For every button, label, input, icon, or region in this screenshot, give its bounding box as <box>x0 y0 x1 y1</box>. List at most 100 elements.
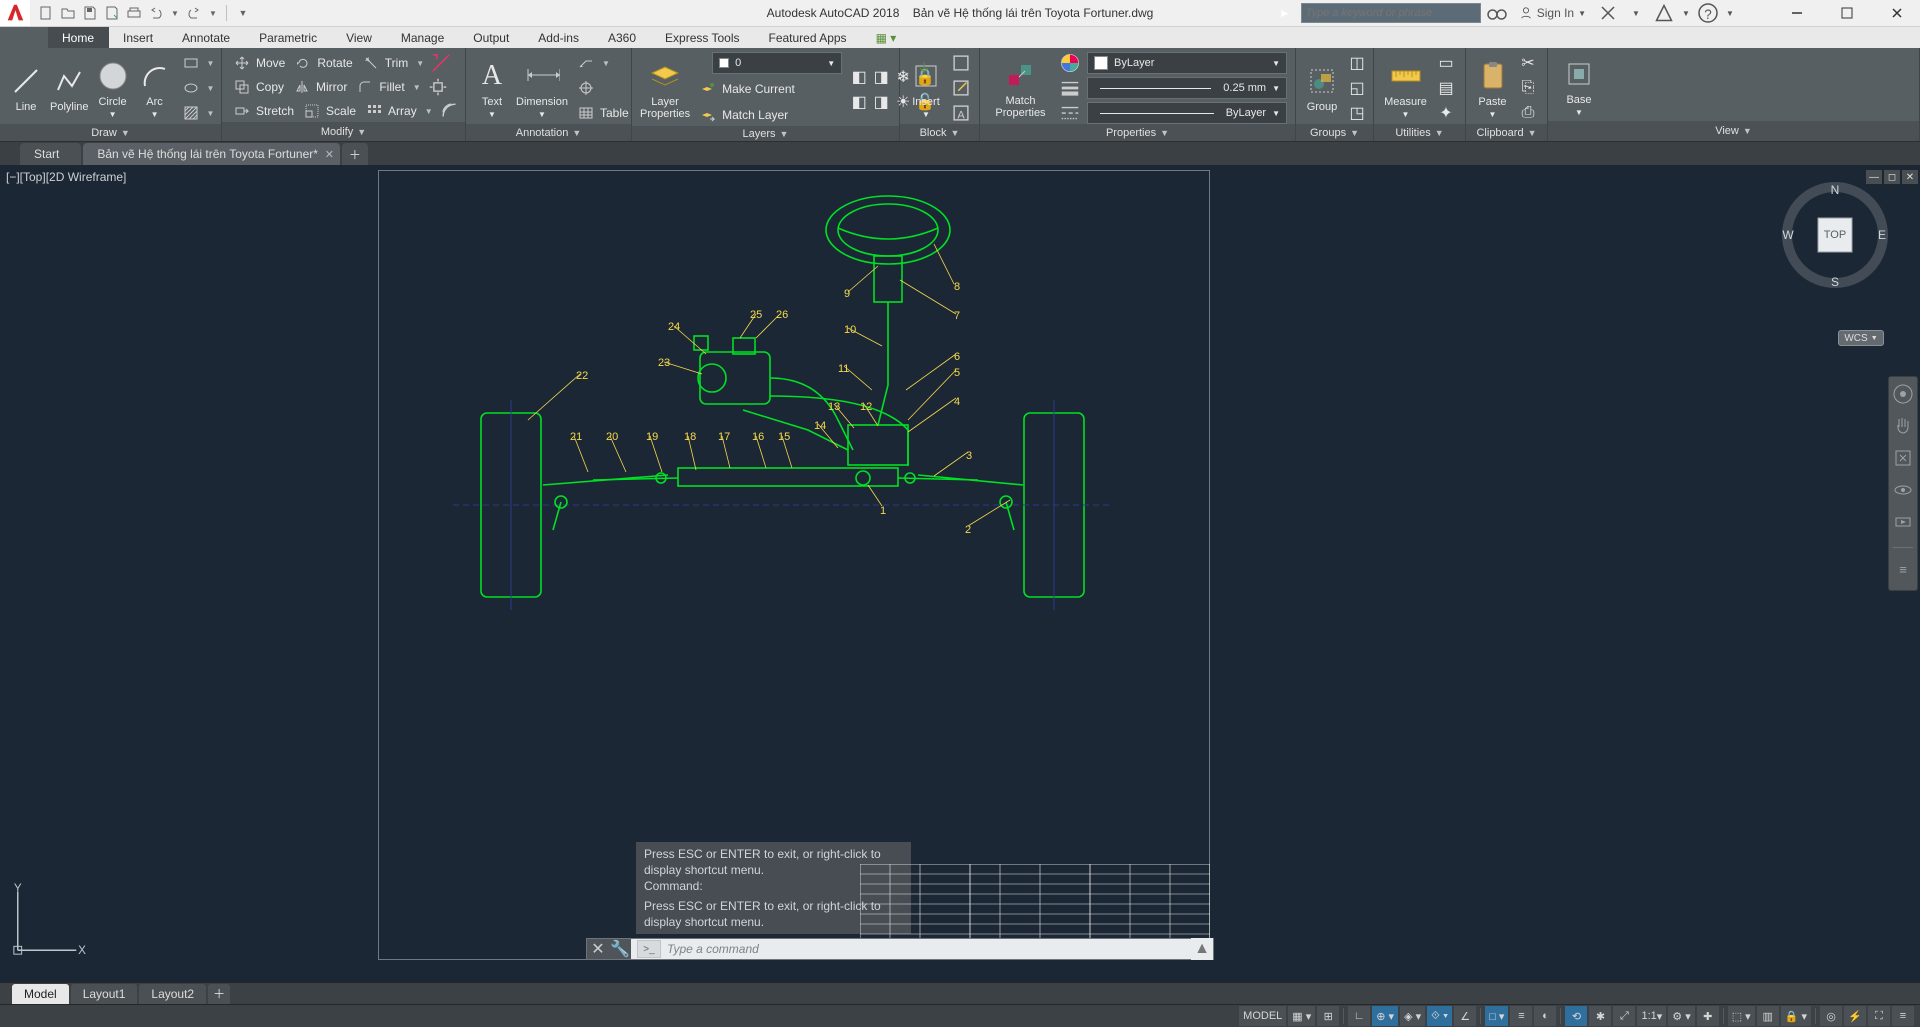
exchange-icon[interactable] <box>1596 1 1620 25</box>
binoculars-icon[interactable] <box>1485 1 1509 25</box>
text-button[interactable]: AText▼ <box>474 58 510 119</box>
zoom-extents-icon[interactable] <box>1892 447 1914 469</box>
tab-output[interactable]: Output <box>459 27 524 48</box>
viewport-close-button[interactable]: ✕ <box>1902 170 1918 184</box>
arc-button[interactable]: Arc▼ <box>137 58 173 119</box>
centermark-button[interactable] <box>574 77 633 99</box>
chevron-down-icon[interactable]: ▼ <box>235 5 251 21</box>
customization-button[interactable]: ≡ <box>1892 1006 1914 1026</box>
chevron-down-icon[interactable]: ▼ <box>1724 1 1736 25</box>
layer-iso-button[interactable]: ◧ <box>848 66 870 88</box>
layout-tab-model[interactable]: Model <box>12 984 69 1004</box>
tab-insert[interactable]: Insert <box>109 27 168 48</box>
chevron-down-icon[interactable]: ▼ <box>170 5 180 21</box>
rotate-button[interactable]: Rotate <box>291 52 356 74</box>
match-properties-button[interactable]: Match Properties <box>988 57 1053 119</box>
showmotion-icon[interactable] <box>1892 511 1914 533</box>
drawing-area[interactable]: [−][Top][2D Wireframe] — ◻ ✕ <box>0 166 1920 982</box>
command-close-button[interactable]: ✕ <box>587 938 609 960</box>
linetype-dropdown[interactable]: ByLayer▼ <box>1087 102 1287 124</box>
insert-button[interactable]: Insert▼ <box>908 58 944 119</box>
file-tab-document[interactable]: Bản vẽ Hệ thống lái trên Toyota Fortuner… <box>83 143 340 165</box>
hatch-button[interactable]: ▼ <box>179 102 219 124</box>
cart-icon[interactable]: ▼ <box>1624 1 1648 25</box>
units-button[interactable]: ⬚ ▾ <box>1728 1006 1755 1026</box>
minimize-button[interactable] <box>1774 0 1820 26</box>
chevron-down-icon[interactable]: ▼ <box>208 5 218 21</box>
wcs-badge[interactable]: WCS▼ <box>1838 330 1884 346</box>
layout-tab-layout1[interactable]: Layout1 <box>71 984 138 1004</box>
saveas-icon[interactable] <box>104 5 120 21</box>
annotation-scale-button[interactable]: 1:1 ▾ <box>1637 1006 1666 1026</box>
layer-uniso-button[interactable]: ◧ <box>848 91 870 113</box>
maximize-button[interactable] <box>1824 0 1870 26</box>
help-icon[interactable]: ? <box>1696 1 1720 25</box>
scale-button[interactable]: Scale <box>300 100 360 122</box>
linetype-icon[interactable] <box>1059 102 1081 124</box>
extend-button[interactable] <box>430 52 452 74</box>
layer-on-button[interactable]: ◨ <box>870 91 892 113</box>
explode-button[interactable] <box>427 76 449 98</box>
application-menu[interactable] <box>0 27 48 48</box>
tab-expresstools[interactable]: Express Tools <box>651 27 754 48</box>
edit-block-button[interactable] <box>950 77 972 99</box>
tab-a360[interactable]: A360 <box>594 27 651 48</box>
orbit-icon[interactable] <box>1892 479 1914 501</box>
new-icon[interactable] <box>38 5 54 21</box>
lineweight-icon[interactable] <box>1059 77 1081 99</box>
layer-properties-button[interactable]: Layer Properties <box>640 58 690 120</box>
base-view-button[interactable]: Base▼ <box>1556 56 1602 117</box>
command-input[interactable]: >_ Type a command <box>631 939 1191 959</box>
lock-ui-button[interactable]: 🔒 ▾ <box>1781 1006 1811 1026</box>
pan-icon[interactable] <box>1892 415 1914 437</box>
group-edit-button[interactable]: ◱ <box>1346 77 1368 99</box>
group-bbox-button[interactable]: ◳ <box>1346 102 1368 124</box>
viewport-controls-label[interactable]: [−][Top][2D Wireframe] <box>6 170 126 184</box>
ungroup-button[interactable]: ◫ <box>1346 52 1368 74</box>
close-button[interactable] <box>1874 0 1920 26</box>
cut-button[interactable]: ✂ <box>1517 52 1539 74</box>
workspace-switch-button[interactable]: ⚙ ▾ <box>1668 1006 1694 1026</box>
stretch-button[interactable]: Stretch <box>230 100 298 122</box>
save-icon[interactable] <box>82 5 98 21</box>
select-all-button[interactable]: ▭ <box>1435 52 1457 74</box>
create-block-button[interactable] <box>950 52 972 74</box>
autodesk-icon[interactable] <box>1652 1 1676 25</box>
otrack-button[interactable]: ∠ <box>1454 1006 1476 1026</box>
close-icon[interactable]: ✕ <box>325 148 334 161</box>
tab-annotate[interactable]: Annotate <box>168 27 245 48</box>
line-button[interactable]: Line <box>8 63 44 113</box>
polar-button[interactable]: ⊕ ▾ <box>1372 1006 1398 1026</box>
steering-wheel-icon[interactable] <box>1892 383 1914 405</box>
paste-button[interactable]: Paste▼ <box>1474 58 1511 119</box>
isodraft-button[interactable]: ◈ ▾ <box>1400 1006 1425 1026</box>
tab-featuredapps[interactable]: Featured Apps <box>755 27 862 48</box>
open-icon[interactable] <box>60 5 76 21</box>
ellipse-button[interactable]: ▼ <box>179 77 219 99</box>
ortho-button[interactable]: ∟ <box>1348 1006 1370 1026</box>
annotation-visibility-button[interactable]: ✱ <box>1589 1006 1611 1026</box>
annotation-monitor-button[interactable]: ✚ <box>1697 1006 1719 1026</box>
mirror-button[interactable]: Mirror <box>290 76 351 98</box>
copy-base-button[interactable]: ⎙ <box>1517 102 1539 124</box>
transparency-button[interactable]: ◐ <box>1534 1006 1556 1026</box>
make-current-button[interactable]: Make Current <box>696 78 842 100</box>
file-tab-add[interactable]: ＋ <box>342 143 368 165</box>
tab-addins[interactable]: Add-ins <box>524 27 594 48</box>
viewcube[interactable]: TOP N S W E <box>1780 180 1890 290</box>
array-button[interactable]: Array▼ <box>362 100 437 122</box>
polyline-button[interactable]: Polyline <box>50 63 89 113</box>
autoscale-button[interactable]: ⤢ <box>1613 1006 1635 1026</box>
help-search-field[interactable] <box>1306 7 1476 19</box>
layout-tab-add[interactable]: ＋ <box>208 984 230 1004</box>
fillet-button[interactable]: Fillet▼ <box>353 76 424 98</box>
copy-button[interactable]: Copy <box>230 76 288 98</box>
tab-parametric[interactable]: Parametric <box>245 27 332 48</box>
quick-calc-button[interactable]: ▤ <box>1435 77 1457 99</box>
lwt-button[interactable]: ≡ <box>1510 1006 1532 1026</box>
offset-button[interactable] <box>439 100 461 122</box>
tab-manage[interactable]: Manage <box>387 27 459 48</box>
isolate-objects-button[interactable]: ◎ <box>1820 1006 1842 1026</box>
quick-properties-button[interactable]: ▥ <box>1757 1006 1779 1026</box>
table-button[interactable]: Table <box>574 102 633 124</box>
